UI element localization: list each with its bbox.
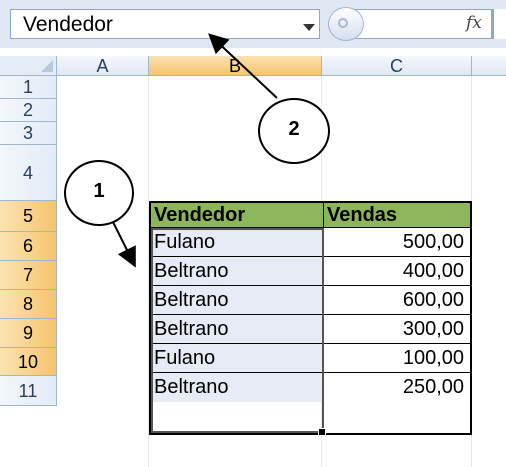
cell-vendas[interactable]: 500,00	[324, 228, 470, 257]
row-header-9[interactable]: 9	[0, 319, 57, 348]
column-header-d[interactable]	[472, 56, 506, 76]
cell-vendedor[interactable]: Beltrano	[151, 286, 323, 315]
name-box[interactable]: Vendedor	[10, 9, 320, 39]
cell-vendas[interactable]: 300,00	[324, 315, 470, 344]
cell-vendas[interactable]: 100,00	[324, 344, 470, 373]
table-header-vendedor[interactable]: Vendedor	[151, 203, 323, 228]
select-all-icon	[41, 60, 53, 72]
cell-vendas[interactable]: 400,00	[324, 257, 470, 286]
row-header-6[interactable]: 6	[0, 232, 57, 261]
chevron-down-icon[interactable]	[303, 24, 315, 31]
select-all-button[interactable]	[0, 56, 57, 76]
row-header-2[interactable]: 2	[0, 99, 57, 122]
row-header-4[interactable]: 4	[0, 145, 57, 201]
row-header-1[interactable]: 1	[0, 76, 57, 99]
callout-1: 1	[64, 160, 134, 226]
worksheet-grid[interactable]: A B C 1 2 3 4 5 6 7 8 9 10 11 Vendedor V…	[0, 56, 506, 467]
row-header-3[interactable]: 3	[0, 122, 57, 145]
formula-input-tail[interactable]	[494, 9, 506, 39]
column-header-a[interactable]: A	[57, 56, 149, 76]
formula-bar: Vendedor fx	[0, 0, 506, 48]
cell-vendedor[interactable]: Beltrano	[151, 257, 323, 286]
fill-handle[interactable]	[318, 428, 326, 436]
column-separator	[323, 203, 324, 433]
cell-vendas[interactable]: 600,00	[324, 286, 470, 315]
cell-vendedor[interactable]: Beltrano	[151, 373, 323, 402]
row-header-5[interactable]: 5	[0, 201, 57, 232]
cell-vendedor[interactable]: Beltrano	[151, 315, 323, 344]
expand-formula-button[interactable]	[328, 7, 364, 41]
table-header-vendas[interactable]: Vendas	[324, 203, 470, 228]
fx-icon[interactable]: fx	[466, 13, 482, 33]
column-header-c[interactable]: C	[322, 56, 472, 76]
column-header-b[interactable]: B	[149, 56, 322, 76]
cell-vendedor[interactable]: Fulano	[151, 344, 323, 373]
row-header-8[interactable]: 8	[0, 290, 57, 319]
cell-vendas[interactable]: 250,00	[324, 373, 470, 402]
row-header-10[interactable]: 10	[0, 348, 57, 376]
callout-2: 2	[258, 98, 330, 164]
data-table: Vendedor Vendas Fulano 500,00 Beltrano 4…	[149, 201, 472, 436]
name-box-value: Vendedor	[23, 13, 113, 36]
cell-vendedor[interactable]: Fulano	[151, 228, 323, 257]
row-header-7[interactable]: 7	[0, 261, 57, 290]
row-header-11[interactable]: 11	[0, 376, 57, 406]
circle-icon	[338, 18, 348, 28]
